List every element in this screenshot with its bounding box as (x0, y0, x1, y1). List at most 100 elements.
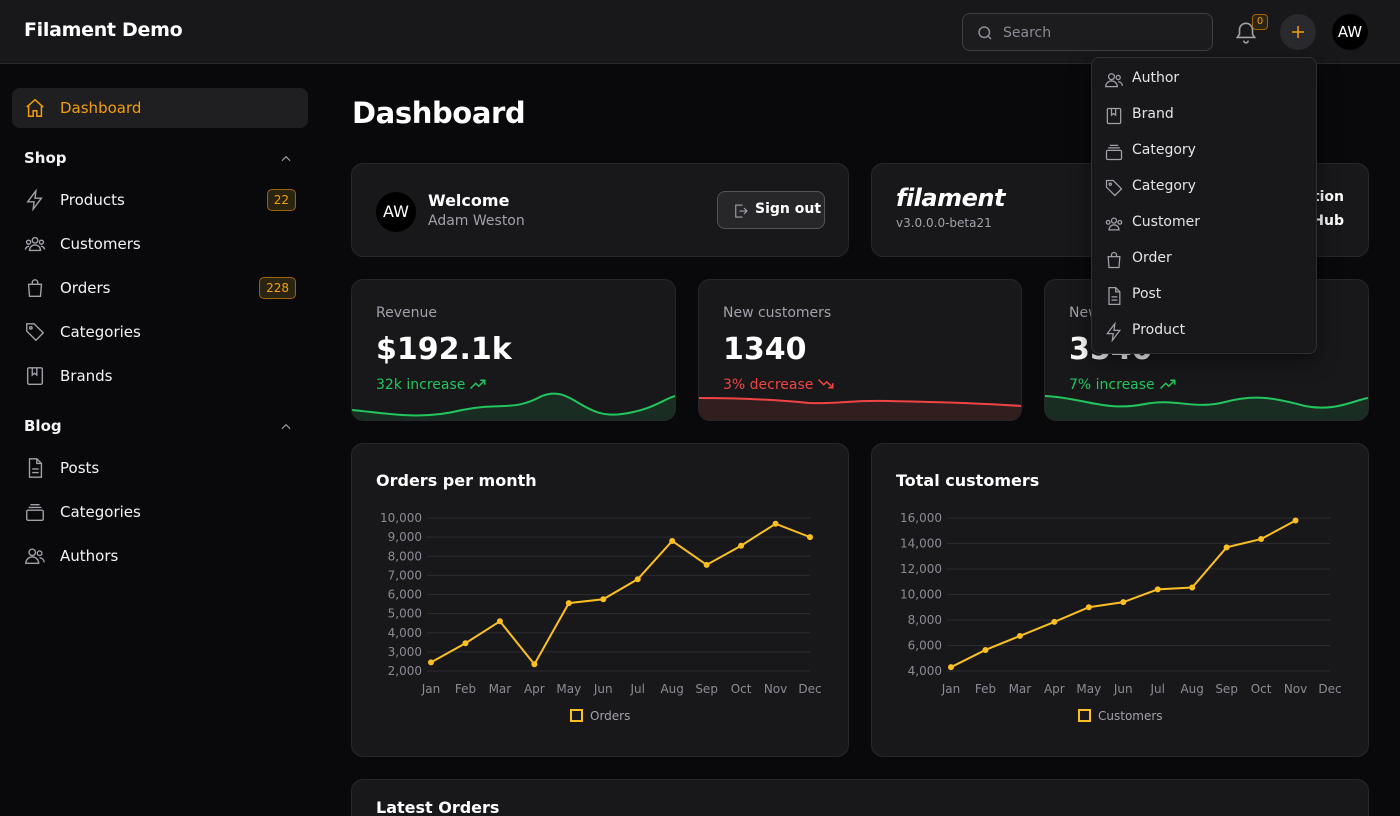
sidebar-item-dashboard[interactable]: Dashboard (12, 88, 308, 128)
sidebar-item-authors[interactable]: Authors (12, 536, 308, 576)
rectangle-stack-icon (1105, 144, 1123, 161)
documentation-link[interactable]: tion (1313, 189, 1344, 205)
x-tick-label: Apr (524, 682, 545, 696)
sign-out-button[interactable]: Sign out (717, 191, 825, 229)
x-tick-label: May (1076, 682, 1101, 696)
users-icon (1105, 73, 1123, 88)
y-tick-label: 6,000 (908, 639, 942, 653)
data-point[interactable] (669, 537, 676, 544)
customers-chart: 4,000 6,000 8,000 10,000 12,000 14,000 16,000 J… (900, 511, 1342, 723)
y-tick-label: 6,000 (388, 588, 422, 602)
data-point[interactable] (807, 534, 813, 541)
menu-item-category[interactable]: Category (1096, 134, 1312, 168)
sidebar-item-brands[interactable]: Brands (12, 356, 308, 396)
user-avatar[interactable]: AW (1332, 14, 1368, 50)
menu-item-post[interactable]: Post (1096, 278, 1312, 312)
logout-icon (735, 204, 748, 218)
menu-item-order[interactable]: Order (1096, 242, 1312, 276)
data-point[interactable] (1258, 536, 1265, 543)
x-tick-label: Dec (1318, 682, 1341, 696)
sidebar-item-label: Products (60, 191, 125, 209)
user-name: Adam Weston (428, 213, 525, 229)
data-point[interactable] (565, 600, 572, 607)
sidebar-group-shop[interactable]: Shop (24, 149, 67, 167)
app-brand[interactable]: Filament Demo (24, 19, 183, 41)
x-tick-label: Mar (489, 682, 512, 696)
y-tick-label: 7,000 (388, 568, 422, 582)
chevron-up-icon[interactable] (279, 152, 293, 166)
data-point[interactable] (948, 664, 954, 671)
x-tick-label: Jan (421, 682, 441, 696)
menu-item-author[interactable]: Author (1096, 62, 1312, 96)
data-point[interactable] (1154, 586, 1161, 593)
sidebar-item-posts[interactable]: Posts (12, 448, 308, 488)
plus-icon (1292, 26, 1304, 38)
data-point[interactable] (1085, 604, 1092, 611)
data-point[interactable] (428, 659, 434, 666)
legend-swatch[interactable] (570, 709, 583, 722)
data-point[interactable] (496, 618, 503, 625)
sidebar-item-orders[interactable]: Orders 228 (12, 268, 308, 308)
document-icon (28, 458, 43, 478)
shopping-bag-icon (27, 279, 43, 297)
data-point[interactable] (1016, 632, 1023, 639)
data-point[interactable] (1120, 599, 1127, 606)
search-input[interactable] (1003, 23, 1203, 43)
sidebar-item-customers[interactable]: Customers (12, 224, 308, 264)
sidebar-item-products[interactable]: Products 22 (12, 180, 308, 220)
data-point[interactable] (772, 520, 779, 527)
y-tick-label: 4,000 (908, 664, 942, 678)
y-tick-label: 10,000 (380, 511, 422, 525)
latest-orders-card: Latest Orders (351, 779, 1369, 816)
count-badge: 22 (266, 189, 296, 211)
create-new-button[interactable] (1280, 14, 1316, 50)
avatar: AW (376, 192, 416, 232)
sidebar-item-label: Customers (60, 235, 141, 253)
data-point[interactable] (634, 576, 641, 583)
stat-label: New customers (723, 305, 832, 321)
x-tick-label: Jun (1113, 682, 1133, 696)
legend-label[interactable]: Orders (590, 709, 630, 723)
sidebar-item-label: Categories (60, 503, 141, 521)
menu-item-product[interactable]: Product (1096, 314, 1312, 348)
notifications-badge: 0 (1252, 14, 1268, 30)
stat-sparkline (1045, 395, 1368, 420)
data-point[interactable] (982, 646, 989, 653)
bolt-icon (26, 189, 43, 211)
shopping-bag-icon (1107, 251, 1121, 269)
data-point[interactable] (738, 542, 745, 549)
data-point[interactable] (1051, 618, 1058, 625)
stat-value: 1340 (723, 332, 807, 367)
book-icon (26, 367, 44, 385)
sidebar-item-blog-categories[interactable]: Categories (12, 492, 308, 532)
x-tick-label: Jan (941, 682, 961, 696)
legend-label[interactable]: Customers (1098, 709, 1163, 723)
x-tick-label: Nov (764, 682, 787, 696)
sidebar-item-label: Posts (60, 459, 100, 477)
sidebar-item-categories[interactable]: Categories (12, 312, 308, 352)
tag-icon (26, 323, 45, 342)
sidebar-group-blog[interactable]: Blog (24, 417, 62, 435)
customers-chart-card: Total customers 4,000 6,000 8,000 10,000 12,… (871, 443, 1369, 757)
data-point[interactable] (703, 561, 710, 568)
data-point[interactable] (1292, 517, 1299, 524)
filament-logo[interactable]: filament (896, 184, 1005, 212)
data-point[interactable] (600, 596, 607, 603)
data-point[interactable] (1223, 544, 1230, 551)
rectangle-stack-icon (26, 503, 44, 521)
x-tick-label: Jun (593, 682, 613, 696)
github-link[interactable]: Hub (1312, 213, 1344, 229)
menu-item-customer[interactable]: Customer (1096, 206, 1312, 240)
search-box[interactable] (962, 13, 1213, 51)
x-tick-label: Aug (660, 682, 683, 696)
data-point[interactable] (531, 661, 538, 668)
menu-item-brand[interactable]: Brand (1096, 98, 1312, 132)
legend-swatch[interactable] (1078, 709, 1091, 722)
menu-item-shop-category[interactable]: Category (1096, 170, 1312, 204)
stat-value: $192.1k (376, 332, 512, 367)
x-tick-label: Dec (798, 682, 821, 696)
create-menu-dropdown: Author Brand Category Category Customer … (1091, 57, 1317, 354)
chevron-up-icon[interactable] (279, 420, 293, 434)
data-point[interactable] (1189, 584, 1196, 591)
data-point[interactable] (462, 640, 469, 647)
